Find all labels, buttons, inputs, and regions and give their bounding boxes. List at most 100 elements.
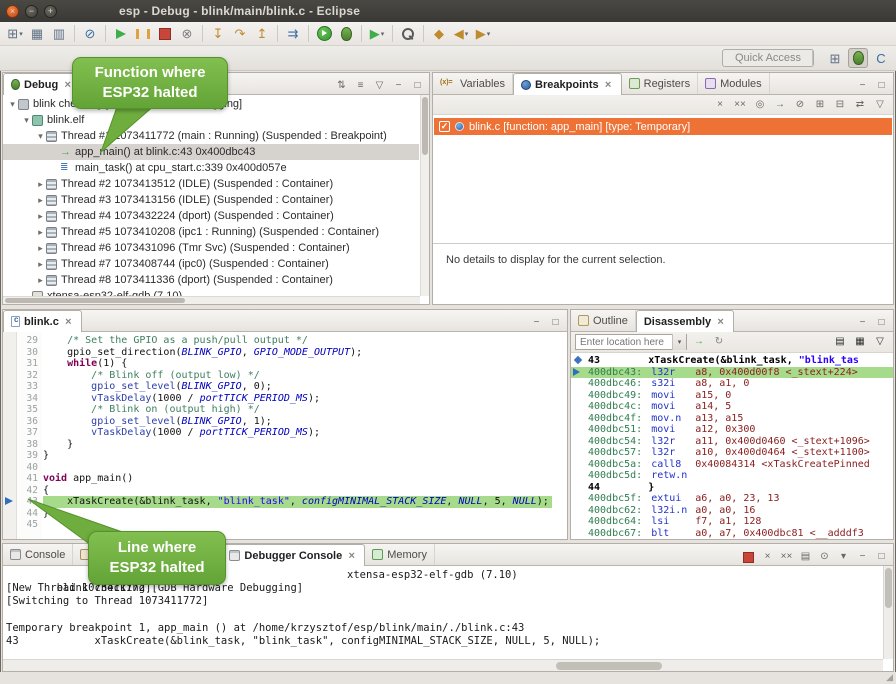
debug-tree-row[interactable]: app_main() at blink.c:43 0x400dbc43 xyxy=(3,144,419,160)
code-line[interactable]: vTaskDelay(1000 / portTICK_PERIOD_MS); xyxy=(43,427,567,439)
disasm-row[interactable]: 400dbc57:l32ra10, 0x400d0464 <_stext+110… xyxy=(571,447,893,459)
show-source-button[interactable]: ▤ xyxy=(831,334,849,350)
cpp-perspective-button[interactable]: C xyxy=(871,48,891,68)
debug-tree-row[interactable]: ▸Thread #8 1073411336 (dport) (Suspended… xyxy=(3,272,419,288)
chevron-down-icon[interactable]: ▾ xyxy=(672,334,686,350)
maximize-button[interactable]: □ xyxy=(873,315,890,331)
remove-breakpoint-button[interactable]: × xyxy=(711,97,729,113)
pin-console-button[interactable]: ⊙ xyxy=(816,549,833,565)
code-line[interactable]: /* Set the GPIO as a push/pull output */ xyxy=(43,335,567,347)
close-icon[interactable] xyxy=(63,316,74,328)
console-vertical-scrollbar[interactable] xyxy=(883,566,893,659)
code-line[interactable]: while(1) { xyxy=(43,358,567,370)
debug-vertical-scrollbar[interactable] xyxy=(420,95,429,296)
code-line[interactable]: } xyxy=(43,450,567,462)
terminate-button[interactable] xyxy=(740,549,757,565)
debug-horizontal-scrollbar[interactable] xyxy=(3,296,420,304)
minimize-button[interactable]: − xyxy=(390,78,407,94)
new-button[interactable]: ⊞▾ xyxy=(4,23,26,45)
code-line[interactable]: } xyxy=(43,508,567,520)
twisty-icon[interactable]: ▾ xyxy=(7,96,18,112)
disasm-row[interactable]: 400dbc54:l32ra11, 0x400d0460 <_stext+109… xyxy=(571,436,893,448)
disasm-row[interactable]: 400dbc5a:call80x40084314 <xTaskCreatePin… xyxy=(571,459,893,471)
debug-tree-row[interactable]: ▸Thread #6 1073431096 (Tmr Svc) (Suspend… xyxy=(3,240,419,256)
tab-debug[interactable]: Debug xyxy=(3,73,81,95)
code-line[interactable]: void app_main() xyxy=(43,473,567,485)
code-lines[interactable]: /* Set the GPIO as a push/pull output */… xyxy=(43,332,567,539)
close-icon[interactable] xyxy=(603,79,614,91)
skip-all-breakpoints-button[interactable]: ⊘ xyxy=(791,97,809,113)
disasm-row[interactable]: 400dbc64:lsif7, a1, 128 xyxy=(571,516,893,528)
code-line[interactable]: /* Blink off (output low) */ xyxy=(43,370,567,382)
display-selected-console-button[interactable]: ▾ xyxy=(835,549,852,565)
view-menu-button[interactable]: ▽ xyxy=(371,78,388,94)
step-into-button[interactable]: ↧ xyxy=(207,23,229,45)
clear-console-button[interactable]: ▤ xyxy=(797,549,814,565)
breakpoint-checkbox[interactable] xyxy=(439,121,450,132)
debug-button[interactable] xyxy=(335,23,357,45)
debug-tree-row[interactable]: main_task() at cpu_start.c:339 0x400d057… xyxy=(3,160,419,176)
debug-tree-row[interactable]: ▸Thread #2 1073413512 (IDLE) (Suspended … xyxy=(3,176,419,192)
code-line[interactable] xyxy=(43,462,567,474)
run-button[interactable] xyxy=(313,23,335,45)
twisty-icon[interactable]: ▸ xyxy=(35,176,46,192)
disasm-row[interactable]: 400dbc62:l32i.na0, a0, 16 xyxy=(571,505,893,517)
step-return-button[interactable]: ↥ xyxy=(251,23,273,45)
resize-grip-icon[interactable]: ◢ xyxy=(886,672,893,683)
debug-tree-row[interactable]: ▸Thread #5 1073410208 (ipc1 : Running) (… xyxy=(3,224,419,240)
disasm-row[interactable]: 400dbc4c:movia14, 5 xyxy=(571,401,893,413)
disasm-row[interactable]: 400dbc46:s32ia8, a1, 0 xyxy=(571,378,893,390)
external-tools-button[interactable]: ▶▾ xyxy=(366,23,388,45)
tab-debugger-console[interactable]: Debugger Console xyxy=(221,544,365,566)
skip-all-breakpoints-button[interactable]: ⊘ xyxy=(79,23,101,45)
code-line[interactable]: { xyxy=(43,485,567,497)
last-edit-location-button[interactable]: ◆ xyxy=(428,23,450,45)
debug-tree-row[interactable]: ▸Thread #4 1073432224 (dport) (Suspended… xyxy=(3,208,419,224)
code-line[interactable]: gpio_set_level(BLINK_GPIO, 1); xyxy=(43,416,567,428)
expand-all-button[interactable]: ⊞ xyxy=(811,97,829,113)
tab-outline[interactable]: Outline xyxy=(571,310,636,331)
view-menu-button[interactable]: ▽ xyxy=(871,97,889,113)
tab-disassembly[interactable]: Disassembly xyxy=(636,310,734,332)
tab-variables[interactable]: Variables xyxy=(433,73,513,94)
twisty-icon[interactable]: ▸ xyxy=(35,240,46,256)
tab-console[interactable]: Console xyxy=(3,544,73,565)
save-all-button[interactable]: ▥ xyxy=(48,23,70,45)
resume-button[interactable] xyxy=(110,23,132,45)
window-minimize-button[interactable]: − xyxy=(25,5,38,18)
twisty-icon[interactable]: ▸ xyxy=(35,192,46,208)
location-input[interactable] xyxy=(576,335,672,349)
code-line[interactable]: gpio_set_level(BLINK_GPIO, 0); xyxy=(43,381,567,393)
debug-tree-row[interactable]: xtensa-esp32-elf-gdb (7.10) xyxy=(3,288,419,296)
disasm-row[interactable]: 400dbc4f:mov.na13, a15 xyxy=(571,413,893,425)
debug-tree-row[interactable]: ▸Thread #3 1073413156 (IDLE) (Suspended … xyxy=(3,192,419,208)
twisty-icon[interactable]: ▸ xyxy=(35,272,46,288)
annotation-ruler[interactable] xyxy=(3,332,17,539)
code-line[interactable]: /* Blink on (output high) */ xyxy=(43,404,567,416)
disasm-row[interactable]: 43 xTaskCreate(&blink_task, "blink_tas xyxy=(571,355,893,367)
maximize-button[interactable]: □ xyxy=(409,78,426,94)
refresh-button[interactable]: ↻ xyxy=(710,334,728,350)
instruction-stepping-button[interactable]: ⇉ xyxy=(282,23,304,45)
maximize-button[interactable]: □ xyxy=(547,315,564,331)
disasm-row[interactable]: 400dbc43:l32ra8, 0x400d00f8 <_stext+224> xyxy=(571,367,893,379)
tab-memory[interactable]: Memory xyxy=(365,544,435,565)
search-button[interactable] xyxy=(397,23,419,45)
remove-all-breakpoints-button[interactable]: ×× xyxy=(731,97,749,113)
minimize-button[interactable]: − xyxy=(854,315,871,331)
twisty-icon[interactable]: ▸ xyxy=(35,256,46,272)
quick-access-box[interactable]: Quick Access xyxy=(722,49,814,67)
window-maximize-button[interactable]: + xyxy=(44,5,57,18)
minimize-button[interactable]: − xyxy=(854,78,871,94)
go-to-file-button[interactable]: → xyxy=(771,97,789,113)
tab-modules[interactable]: Modules xyxy=(698,73,770,94)
maximize-button[interactable]: □ xyxy=(873,78,890,94)
tab-breakpoints[interactable]: Breakpoints xyxy=(513,73,622,95)
code-line[interactable] xyxy=(43,519,567,531)
suspend-button[interactable] xyxy=(132,23,154,45)
disasm-row[interactable]: 400dbc49:movia15, 0 xyxy=(571,390,893,402)
maximize-button[interactable]: □ xyxy=(873,549,890,565)
twisty-icon[interactable]: ▾ xyxy=(21,112,32,128)
open-perspective-button[interactable]: ⊞ xyxy=(825,48,845,68)
back-button[interactable]: ◀▾ xyxy=(450,23,472,45)
